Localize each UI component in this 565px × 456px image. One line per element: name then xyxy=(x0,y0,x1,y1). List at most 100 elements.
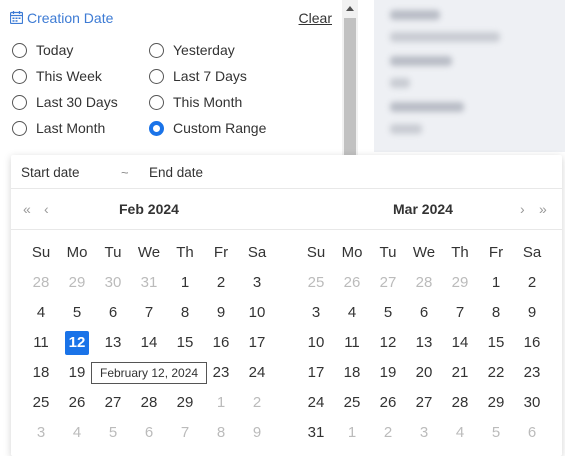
day-cell[interactable]: 25 xyxy=(298,271,334,301)
next-month-icon[interactable]: › xyxy=(520,201,525,217)
radio-option[interactable]: Last 7 Days xyxy=(149,66,247,86)
day-cell[interactable]: 18 xyxy=(334,361,370,391)
day-cell[interactable]: 4 xyxy=(23,301,59,331)
day-cell[interactable]: 22 xyxy=(478,361,514,391)
day-cell[interactable]: 24 xyxy=(239,361,275,391)
day-cell[interactable]: 1 xyxy=(203,391,239,421)
day-cell[interactable]: 28 xyxy=(23,271,59,301)
day-cell[interactable]: 9 xyxy=(239,421,275,451)
prev-year-icon[interactable]: « xyxy=(23,201,31,217)
day-cell[interactable]: 26 xyxy=(59,391,95,421)
day-cell[interactable]: 1 xyxy=(334,421,370,451)
day-cell[interactable]: 17 xyxy=(298,361,334,391)
selected-day-cell[interactable]: 12 xyxy=(59,331,95,361)
day-cell[interactable]: 9 xyxy=(514,301,550,331)
day-cell[interactable]: 2 xyxy=(370,421,406,451)
day-cell[interactable]: 6 xyxy=(131,421,167,451)
day-cell[interactable]: 11 xyxy=(23,331,59,361)
day-cell[interactable]: 7 xyxy=(167,421,203,451)
day-cell[interactable]: 1 xyxy=(478,271,514,301)
day-cell[interactable]: 13 xyxy=(95,331,131,361)
radio-unchecked-icon[interactable] xyxy=(149,94,164,110)
day-cell[interactable]: 5 xyxy=(59,301,95,331)
day-cell[interactable]: 31 xyxy=(131,271,167,301)
left-month-title[interactable]: Feb 2024 xyxy=(119,201,179,217)
day-cell[interactable]: 5 xyxy=(478,421,514,451)
radio-option[interactable]: Today xyxy=(12,40,73,60)
day-cell[interactable]: 18 xyxy=(23,361,59,391)
day-cell[interactable]: 28 xyxy=(406,271,442,301)
day-cell[interactable]: 20 xyxy=(406,361,442,391)
day-cell[interactable]: 26 xyxy=(370,391,406,421)
day-cell[interactable]: 2 xyxy=(203,271,239,301)
radio-checked-icon[interactable] xyxy=(149,120,164,136)
radio-unchecked-icon[interactable] xyxy=(12,94,27,110)
day-cell[interactable]: 8 xyxy=(203,421,239,451)
day-cell[interactable]: 6 xyxy=(95,301,131,331)
day-cell[interactable]: 2 xyxy=(514,271,550,301)
day-cell[interactable]: 12 xyxy=(370,331,406,361)
day-cell[interactable]: 29 xyxy=(167,391,203,421)
scroll-up-icon[interactable] xyxy=(346,6,354,11)
day-cell[interactable]: 1 xyxy=(167,271,203,301)
day-cell[interactable]: 23 xyxy=(514,361,550,391)
day-cell[interactable]: 30 xyxy=(95,271,131,301)
day-cell[interactable]: 6 xyxy=(406,301,442,331)
day-cell[interactable]: 4 xyxy=(442,421,478,451)
day-cell[interactable]: 7 xyxy=(131,301,167,331)
day-cell[interactable]: 10 xyxy=(298,331,334,361)
day-cell[interactable]: 3 xyxy=(298,301,334,331)
day-cell[interactable]: 16 xyxy=(203,331,239,361)
day-cell[interactable]: 6 xyxy=(514,421,550,451)
radio-unchecked-icon[interactable] xyxy=(12,42,27,58)
day-cell[interactable]: 16 xyxy=(514,331,550,361)
day-cell[interactable]: 31 xyxy=(298,421,334,451)
day-cell[interactable]: 23 xyxy=(203,361,239,391)
day-cell[interactable]: 14 xyxy=(131,331,167,361)
radio-option[interactable]: Yesterday xyxy=(149,40,235,60)
day-cell[interactable]: 3 xyxy=(23,421,59,451)
day-cell[interactable]: 11 xyxy=(334,331,370,361)
day-cell[interactable]: 3 xyxy=(239,271,275,301)
day-cell[interactable]: 30 xyxy=(514,391,550,421)
day-cell[interactable]: 29 xyxy=(59,271,95,301)
day-cell[interactable]: 27 xyxy=(406,391,442,421)
day-cell[interactable]: 15 xyxy=(167,331,203,361)
day-cell[interactable]: 19 xyxy=(370,361,406,391)
day-cell[interactable]: 29 xyxy=(478,391,514,421)
date-range-input[interactable]: Start date ~ End date xyxy=(11,155,562,189)
clear-button[interactable]: Clear xyxy=(299,10,332,26)
day-cell[interactable]: 7 xyxy=(442,301,478,331)
radio-option[interactable]: Last 30 Days xyxy=(12,92,118,112)
prev-month-icon[interactable]: ‹ xyxy=(44,201,49,217)
radio-unchecked-icon[interactable] xyxy=(149,42,164,58)
day-cell[interactable]: 27 xyxy=(370,271,406,301)
day-cell[interactable]: 28 xyxy=(442,391,478,421)
end-date-input[interactable]: End date xyxy=(149,165,203,180)
radio-unchecked-icon[interactable] xyxy=(149,68,164,84)
day-cell[interactable]: 19 xyxy=(59,361,95,391)
day-cell[interactable]: 25 xyxy=(334,391,370,421)
day-cell[interactable]: 14 xyxy=(442,331,478,361)
day-cell[interactable]: 15 xyxy=(478,331,514,361)
start-date-input[interactable]: Start date xyxy=(21,165,80,180)
day-cell[interactable]: 25 xyxy=(23,391,59,421)
day-cell[interactable]: 5 xyxy=(95,421,131,451)
radio-option[interactable]: This Month xyxy=(149,92,242,112)
day-cell[interactable]: 4 xyxy=(334,301,370,331)
right-month-title[interactable]: Mar 2024 xyxy=(393,201,453,217)
day-cell[interactable]: 8 xyxy=(167,301,203,331)
day-cell[interactable]: 21 xyxy=(442,361,478,391)
radio-unchecked-icon[interactable] xyxy=(12,120,27,136)
day-cell[interactable]: 5 xyxy=(370,301,406,331)
day-cell[interactable]: 3 xyxy=(406,421,442,451)
day-cell[interactable]: 26 xyxy=(334,271,370,301)
day-cell[interactable]: 4 xyxy=(59,421,95,451)
day-cell[interactable]: 29 xyxy=(442,271,478,301)
day-cell[interactable]: 10 xyxy=(239,301,275,331)
day-cell[interactable]: 17 xyxy=(239,331,275,361)
radio-option[interactable]: This Week xyxy=(12,66,102,86)
day-cell[interactable]: 9 xyxy=(203,301,239,331)
day-cell[interactable]: 28 xyxy=(131,391,167,421)
next-year-icon[interactable]: » xyxy=(539,201,547,217)
